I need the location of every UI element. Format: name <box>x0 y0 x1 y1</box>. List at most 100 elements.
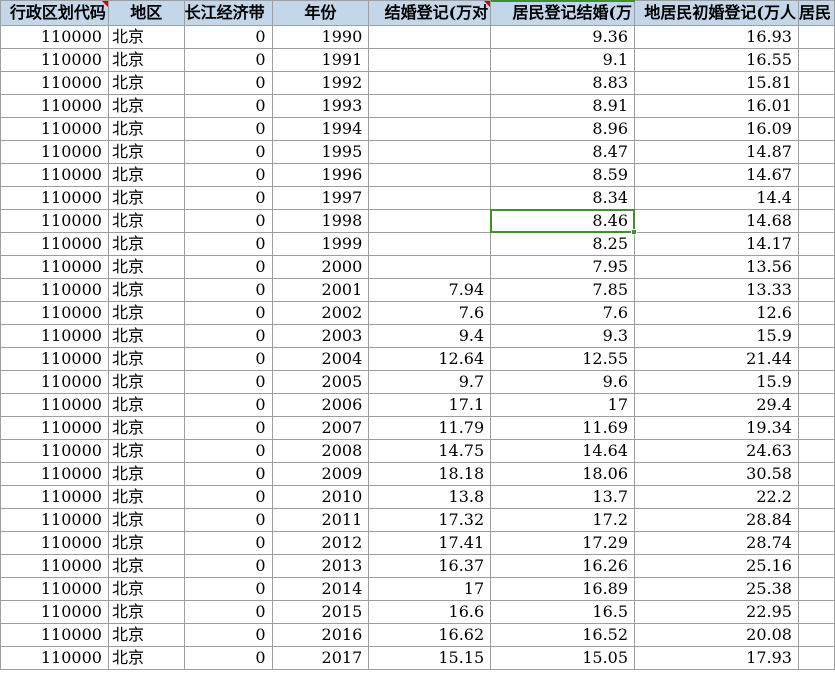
table-cell[interactable]: 1996 <box>271 163 370 187</box>
table-cell[interactable] <box>797 554 835 578</box>
table-cell[interactable]: 北京 <box>107 48 185 72</box>
table-cell[interactable] <box>797 71 835 95</box>
table-cell[interactable]: 北京 <box>107 232 185 256</box>
table-cell[interactable]: 7.6 <box>368 301 492 325</box>
table-cell[interactable]: 北京 <box>107 347 185 371</box>
table-cell[interactable]: 8.46 <box>490 209 636 233</box>
table-cell[interactable]: 14.4 <box>634 186 799 210</box>
column-header[interactable]: 地区 <box>107 0 185 26</box>
table-cell[interactable]: 2003 <box>271 324 370 348</box>
table-cell[interactable]: 24.63 <box>634 439 799 463</box>
table-cell[interactable]: 0 <box>183 163 273 187</box>
table-cell[interactable]: 北京 <box>107 25 185 49</box>
table-cell[interactable]: 12.64 <box>368 347 492 371</box>
table-cell[interactable]: 北京 <box>107 600 185 624</box>
table-cell[interactable] <box>368 255 492 279</box>
table-cell[interactable]: 15.15 <box>368 646 492 670</box>
table-cell[interactable]: 北京 <box>107 94 185 118</box>
table-cell[interactable]: 8.96 <box>490 117 636 141</box>
table-cell[interactable]: 15.9 <box>634 324 799 348</box>
table-cell[interactable] <box>797 140 835 164</box>
table-cell[interactable]: 2002 <box>271 301 370 325</box>
table-cell[interactable]: 16.62 <box>368 623 492 647</box>
table-cell[interactable] <box>368 117 492 141</box>
table-cell[interactable]: 北京 <box>107 140 185 164</box>
table-cell[interactable]: 17.41 <box>368 531 492 555</box>
table-cell[interactable]: 2010 <box>271 485 370 509</box>
table-cell[interactable]: 25.16 <box>634 554 799 578</box>
table-cell[interactable]: 110000 <box>0 301 109 325</box>
table-cell[interactable]: 2006 <box>271 393 370 417</box>
table-cell[interactable] <box>797 462 835 486</box>
table-cell[interactable]: 110000 <box>0 508 109 532</box>
table-cell[interactable] <box>797 646 835 670</box>
table-cell[interactable]: 0 <box>183 508 273 532</box>
table-cell[interactable]: 110000 <box>0 577 109 601</box>
table-cell[interactable]: 北京 <box>107 393 185 417</box>
table-cell[interactable]: 2014 <box>271 577 370 601</box>
table-cell[interactable]: 2016 <box>271 623 370 647</box>
table-cell[interactable]: 0 <box>183 209 273 233</box>
table-cell[interactable]: 2012 <box>271 531 370 555</box>
table-cell[interactable]: 110000 <box>0 462 109 486</box>
table-cell[interactable]: 北京 <box>107 301 185 325</box>
table-cell[interactable]: 0 <box>183 439 273 463</box>
table-cell[interactable]: 0 <box>183 646 273 670</box>
table-cell[interactable]: 110000 <box>0 117 109 141</box>
table-cell[interactable]: 北京 <box>107 577 185 601</box>
table-cell[interactable]: 2017 <box>271 646 370 670</box>
table-cell[interactable]: 13.56 <box>634 255 799 279</box>
table-cell[interactable]: 北京 <box>107 623 185 647</box>
table-cell[interactable] <box>797 117 835 141</box>
table-cell[interactable]: 0 <box>183 485 273 509</box>
table-cell[interactable]: 1997 <box>271 186 370 210</box>
column-header[interactable]: 年份 <box>271 0 370 26</box>
table-cell[interactable] <box>797 416 835 440</box>
table-cell[interactable]: 28.84 <box>634 508 799 532</box>
table-cell[interactable] <box>368 163 492 187</box>
table-cell[interactable]: 14.87 <box>634 140 799 164</box>
table-cell[interactable]: 北京 <box>107 117 185 141</box>
table-cell[interactable]: 13.7 <box>490 485 636 509</box>
table-cell[interactable]: 16.37 <box>368 554 492 578</box>
table-cell[interactable] <box>797 324 835 348</box>
table-cell[interactable]: 110000 <box>0 186 109 210</box>
table-cell[interactable]: 0 <box>183 370 273 394</box>
table-cell[interactable]: 25.38 <box>634 577 799 601</box>
table-cell[interactable]: 16.01 <box>634 94 799 118</box>
table-cell[interactable]: 110000 <box>0 623 109 647</box>
table-cell[interactable] <box>797 301 835 325</box>
table-cell[interactable]: 11.69 <box>490 416 636 440</box>
table-cell[interactable]: 9.1 <box>490 48 636 72</box>
table-cell[interactable]: 8.34 <box>490 186 636 210</box>
table-cell[interactable] <box>368 209 492 233</box>
table-cell[interactable]: 7.94 <box>368 278 492 302</box>
table-cell[interactable]: 2009 <box>271 462 370 486</box>
table-cell[interactable]: 15.9 <box>634 370 799 394</box>
table-cell[interactable] <box>797 577 835 601</box>
table-cell[interactable]: 19.34 <box>634 416 799 440</box>
table-cell[interactable]: 北京 <box>107 71 185 95</box>
table-cell[interactable]: 110000 <box>0 439 109 463</box>
table-cell[interactable]: 17 <box>490 393 636 417</box>
table-cell[interactable]: 8.47 <box>490 140 636 164</box>
table-cell[interactable]: 8.25 <box>490 232 636 256</box>
table-cell[interactable]: 0 <box>183 347 273 371</box>
table-cell[interactable]: 9.4 <box>368 324 492 348</box>
table-cell[interactable]: 16.89 <box>490 577 636 601</box>
table-cell[interactable]: 15.81 <box>634 71 799 95</box>
table-cell[interactable]: 110000 <box>0 209 109 233</box>
table-cell[interactable]: 北京 <box>107 462 185 486</box>
table-cell[interactable] <box>368 140 492 164</box>
table-cell[interactable] <box>797 623 835 647</box>
table-cell[interactable]: 1995 <box>271 140 370 164</box>
table-cell[interactable]: 1999 <box>271 232 370 256</box>
table-cell[interactable]: 1992 <box>271 71 370 95</box>
table-cell[interactable]: 0 <box>183 48 273 72</box>
table-cell[interactable]: 110000 <box>0 71 109 95</box>
table-cell[interactable] <box>368 48 492 72</box>
table-cell[interactable]: 110000 <box>0 347 109 371</box>
table-cell[interactable]: 7.6 <box>490 301 636 325</box>
table-cell[interactable]: 0 <box>183 416 273 440</box>
table-cell[interactable]: 北京 <box>107 416 185 440</box>
